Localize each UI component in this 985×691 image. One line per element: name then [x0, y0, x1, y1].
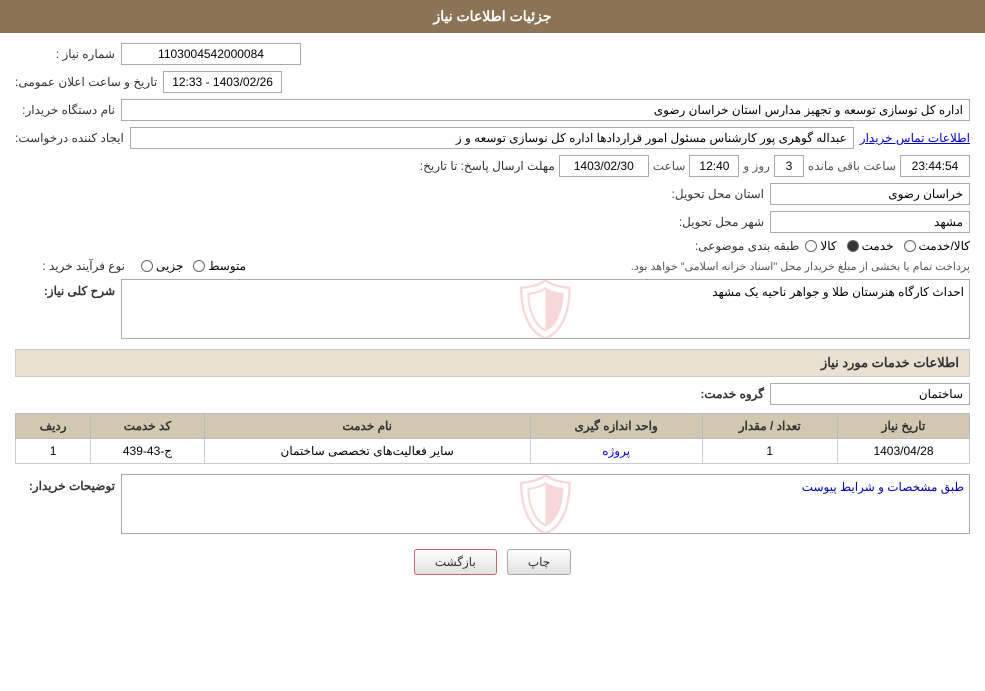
col-code: کد خدمت: [91, 414, 204, 439]
nam-dastgah-label: نام دستگاه خریدار:: [15, 103, 115, 117]
col-tarikh: تاریخ نیاز: [837, 414, 969, 439]
nooe-row: پرداخت تمام یا بخشی از مبلغ خریدار محل "…: [15, 259, 970, 273]
countdown-label: ساعت باقی مانده: [808, 159, 896, 173]
tosif-value: طبق مشخصات و شرایط پیوست: [802, 480, 964, 494]
goroh-row: ساختمان گروه خدمت:: [15, 383, 970, 405]
tabaqe-group: کالا/خدمت خدمت کالا: [805, 239, 970, 253]
page-header: جزئیات اطلاعات نیاز: [0, 0, 985, 33]
sharh-row: 🛡 احداث کارگاه هنرستان طلا و جواهر ناحیه…: [15, 279, 970, 339]
ijad-row: اطلاعات تماس خریدار عبداله گوهری پور کار…: [15, 127, 970, 149]
radio-kala-label: کالا: [820, 239, 836, 253]
mohlat-row: 23:44:54 ساعت باقی مانده 3 روز و 12:40 س…: [15, 155, 970, 177]
radio-kala-circle: [805, 240, 817, 252]
sharh-value: احداث کارگاه هنرستان طلا و جواهر ناحیه ی…: [712, 285, 964, 299]
shahr-label: شهر محل تحویل:: [664, 215, 764, 229]
nooe-group: متوسط جزیی: [141, 259, 246, 273]
page-title: جزئیات اطلاعات نیاز: [433, 8, 551, 24]
radio-jazii-label: جزیی: [156, 259, 183, 273]
ijad-value: عبداله گوهری پور کارشناس مسئول امور قرار…: [130, 127, 854, 149]
service-section-title: اطلاعات خدمات مورد نیاز: [15, 349, 970, 377]
tosif-box: 🛡 طبق مشخصات و شرایط پیوست: [121, 474, 970, 534]
tosif-label: توضیحات خریدار:: [15, 474, 115, 493]
mohlat-saat-value: 12:40: [689, 155, 739, 177]
table-row: 1403/04/281پروژهسایر فعالیت‌های تخصصی سا…: [16, 439, 970, 464]
goroh-label: گروه خدمت:: [664, 387, 764, 401]
sharh-label: شرح کلی نیاز:: [15, 279, 115, 298]
radio-kala-khedmat-label: کالا/خدمت: [919, 239, 970, 253]
cell-code: ج-43-439: [91, 439, 204, 464]
tosif-row: 🛡 طبق مشخصات و شرایط پیوست توضیحات خریدا…: [15, 474, 970, 534]
cell-tarikh: 1403/04/28: [837, 439, 969, 464]
page-container: جزئیات اطلاعات نیاز 1103004542000084 شما…: [0, 0, 985, 691]
radio-jazii-circle: [141, 260, 153, 272]
print-button[interactable]: چاپ: [507, 549, 571, 575]
tabaqe-label: طبقه بندی موضوعی:: [695, 239, 800, 253]
shahr-value: مشهد: [770, 211, 970, 233]
nooe-description: پرداخت تمام یا بخشی از مبلغ خریدار محل "…: [252, 260, 970, 273]
shmare-niaz-value: 1103004542000084: [121, 43, 301, 65]
radio-motevaset[interactable]: متوسط: [193, 259, 246, 273]
shmare-niaz-label: شماره نیاز :: [15, 47, 115, 61]
tabaqe-row: کالا/خدمت خدمت کالا طبقه بندی موضوعی:: [15, 239, 970, 253]
cell-tedad: 1: [702, 439, 837, 464]
radio-khedmat-circle: [847, 240, 859, 252]
cell-name: سایر فعالیت‌های تخصصی ساختمان: [204, 439, 530, 464]
mohlat-rooz-value: 3: [774, 155, 804, 177]
col-vahad: واحد اندازه گیری: [530, 414, 702, 439]
shahr-row: مشهد شهر محل تحویل:: [15, 211, 970, 233]
ijad-label: ایجاد کننده درخواست:: [15, 131, 124, 145]
nam-dastgah-row: اداره کل توسازی توسعه و تجهیز مدارس استا…: [15, 99, 970, 121]
tarikh-value: 1403/02/26 - 12:33: [163, 71, 282, 93]
radio-kala-khedmat-circle: [904, 240, 916, 252]
col-name: نام خدمت: [204, 414, 530, 439]
ostan-value: خراسان رضوی: [770, 183, 970, 205]
cell-vahad: پروژه: [530, 439, 702, 464]
content-area: 1103004542000084 شماره نیاز : 1403/02/26…: [0, 33, 985, 595]
back-button[interactable]: بازگشت: [414, 549, 497, 575]
mohlat-rooz-label: روز و: [743, 159, 770, 173]
watermark: 🛡: [507, 279, 583, 339]
ostan-row: خراسان رضوی استان محل تحویل:: [15, 183, 970, 205]
cell-radif: 1: [16, 439, 91, 464]
mohlat-saat-label: ساعت: [653, 159, 686, 173]
mohlat-date-value: 1403/02/30: [559, 155, 649, 177]
nooe-label: نوع فرآیند خرید :: [15, 259, 125, 273]
shmare-niaz-row: 1103004542000084 شماره نیاز :: [15, 43, 970, 65]
tarikh-row: 1403/02/26 - 12:33 تاریخ و ساعت اعلان عم…: [15, 71, 970, 93]
ijad-link[interactable]: اطلاعات تماس خریدار: [860, 131, 970, 145]
radio-jazii[interactable]: جزیی: [141, 259, 183, 273]
sharh-box: 🛡 احداث کارگاه هنرستان طلا و جواهر ناحیه…: [121, 279, 970, 339]
mohlat-label: مهلت ارسال پاسخ: تا تاریخ:: [420, 159, 555, 173]
watermark2: 🛡: [507, 474, 583, 534]
radio-khedmat-label: خدمت: [862, 239, 894, 253]
goroh-value: ساختمان: [770, 383, 970, 405]
radio-kala[interactable]: کالا: [805, 239, 836, 253]
services-table: تاریخ نیاز تعداد / مقدار واحد اندازه گیر…: [15, 413, 970, 464]
radio-motevaset-circle: [193, 260, 205, 272]
col-tedad: تعداد / مقدار: [702, 414, 837, 439]
nam-dastgah-value: اداره کل توسازی توسعه و تجهیز مدارس استا…: [121, 99, 970, 121]
ostan-label: استان محل تحویل:: [664, 187, 764, 201]
col-radif: ردیف: [16, 414, 91, 439]
radio-khedmat[interactable]: خدمت: [847, 239, 894, 253]
radio-motevaset-label: متوسط: [208, 259, 246, 273]
tarikh-label: تاریخ و ساعت اعلان عمومی:: [15, 75, 157, 89]
radio-kala-khedmat[interactable]: کالا/خدمت: [904, 239, 970, 253]
btn-row: چاپ بازگشت: [15, 549, 970, 575]
countdown-value: 23:44:54: [900, 155, 970, 177]
